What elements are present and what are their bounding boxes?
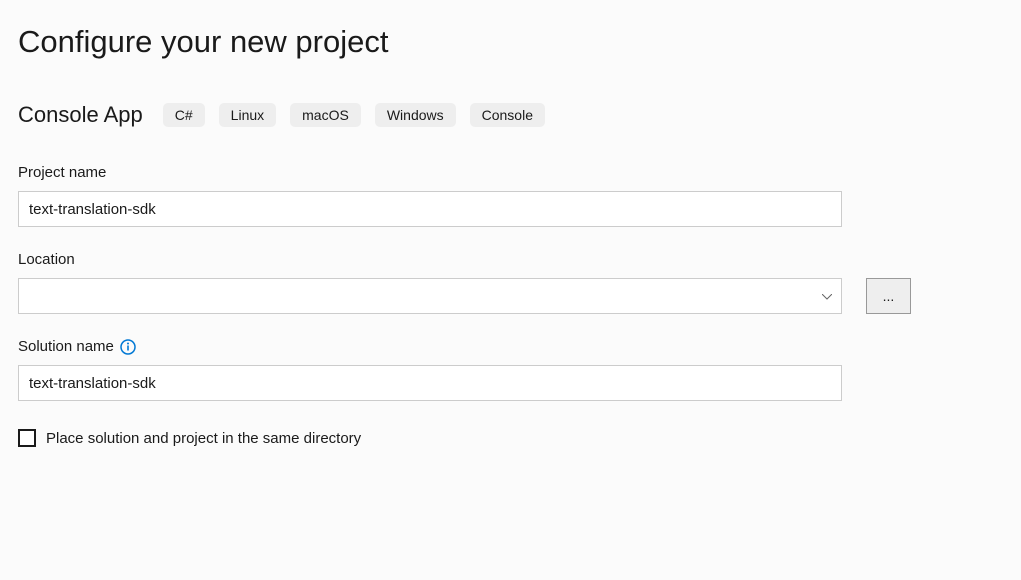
project-name-group: Project name [18, 164, 1003, 227]
location-label: Location [18, 251, 1003, 268]
location-group: Location ... [18, 251, 1003, 314]
location-input[interactable] [18, 278, 842, 314]
template-tag: Console [470, 103, 545, 127]
template-tag: C# [163, 103, 205, 127]
browse-location-button[interactable]: ... [866, 278, 911, 314]
template-tag: Linux [219, 103, 276, 127]
template-info-row: Console App C# Linux macOS Windows Conso… [18, 102, 1003, 128]
solution-name-label: Solution name [18, 338, 1003, 355]
project-name-label: Project name [18, 164, 1003, 181]
same-directory-checkbox[interactable] [18, 429, 36, 447]
page-title: Configure your new project [18, 24, 1003, 60]
location-combo[interactable] [18, 278, 842, 314]
solution-name-input[interactable] [18, 365, 842, 401]
project-name-input[interactable] [18, 191, 842, 227]
solution-name-group: Solution name [18, 338, 1003, 401]
template-tag: Windows [375, 103, 456, 127]
template-tag: macOS [290, 103, 361, 127]
same-directory-label[interactable]: Place solution and project in the same d… [46, 430, 361, 447]
solution-name-label-text: Solution name [18, 338, 114, 355]
template-name: Console App [18, 102, 143, 128]
same-directory-row: Place solution and project in the same d… [18, 429, 1003, 447]
info-icon[interactable] [120, 339, 136, 355]
